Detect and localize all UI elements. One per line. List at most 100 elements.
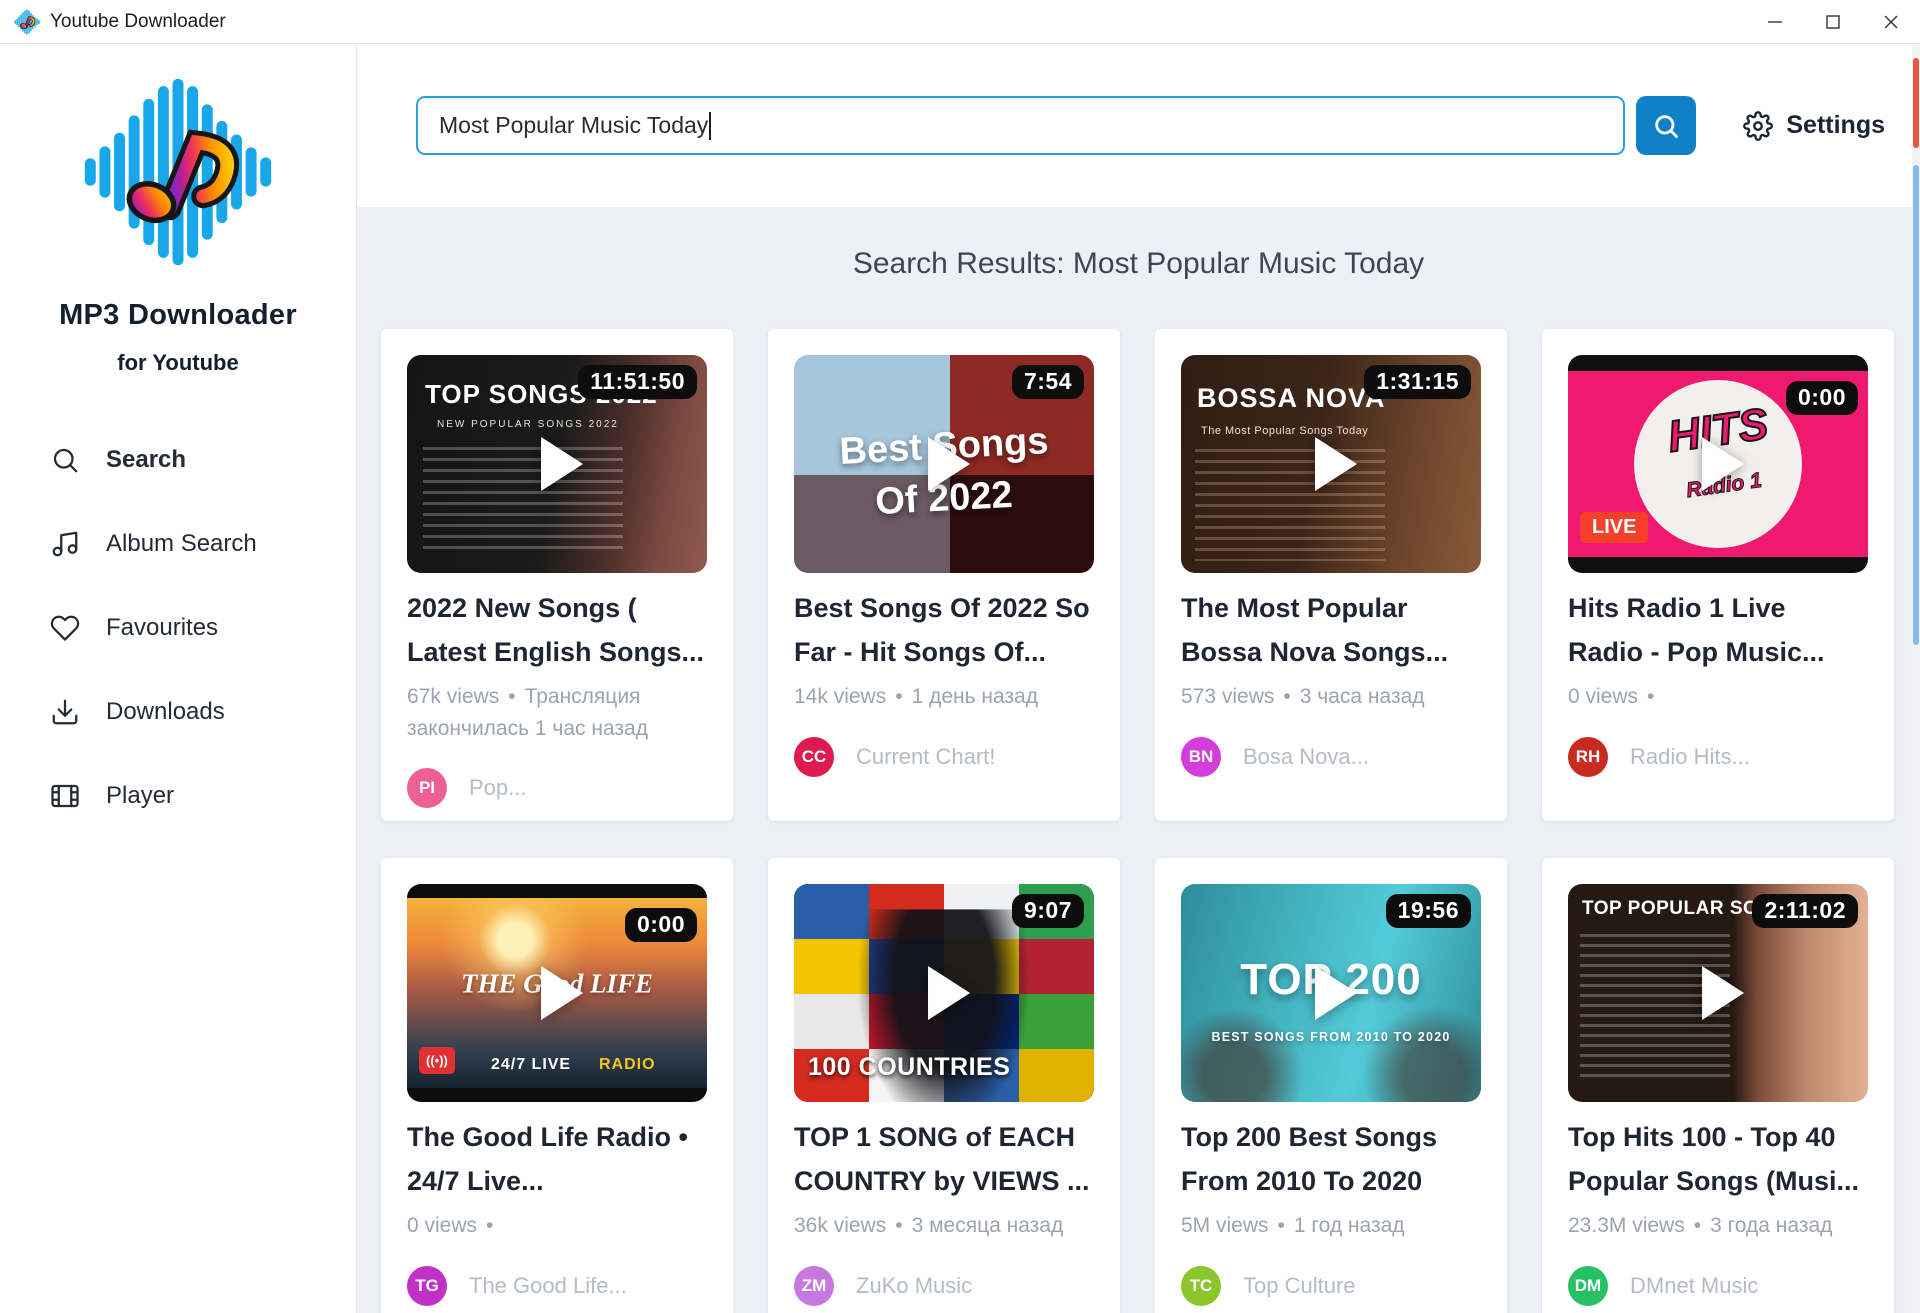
video-card[interactable]: TOP 200 BEST SONGS FROM 2010 TO 2020 19:… — [1155, 858, 1507, 1313]
upload-age: 3 часа назад — [1299, 685, 1425, 709]
play-icon[interactable] — [541, 437, 584, 491]
play-icon[interactable] — [1315, 437, 1358, 491]
channel-name: Top Culture — [1243, 1272, 1356, 1298]
video-thumbnail[interactable]: TOP SONGS 2022 NEW POPULAR SONGS 2022 11… — [407, 355, 707, 573]
video-card[interactable]: THE Good LIFE 24/7 LIVE RADIO 0:00 ((•))… — [381, 858, 733, 1313]
video-meta: 67k views • Трансляция закончилась 1 час н… — [407, 681, 707, 744]
video-title[interactable]: TOP 1 SONG of EACH COUNTRY by VIEWS ... — [794, 1116, 1094, 1203]
text-caret — [709, 111, 712, 140]
minimize-button[interactable] — [1746, 0, 1804, 43]
thumbnail-text-secondary: The Most Popular Songs Today — [1201, 425, 1369, 437]
channel-row: CC Current Chart! — [794, 736, 1094, 777]
search-input[interactable]: Most Popular Music Today — [416, 96, 1625, 155]
video-title[interactable]: The Good Life Radio • 24/7 Live... — [407, 1116, 707, 1203]
maximize-icon — [1826, 14, 1840, 29]
sidebar-item-player[interactable]: Player — [50, 774, 174, 818]
scrollbar[interactable] — [1912, 44, 1920, 1313]
heart-icon — [50, 613, 80, 643]
video-meta: 36k views • 3 месяца назад — [794, 1210, 1094, 1242]
maximize-button[interactable] — [1804, 0, 1862, 43]
duration-badge: 0:00 — [624, 908, 697, 942]
settings-label: Settings — [1786, 111, 1885, 139]
video-title[interactable]: The Most Popular Bossa Nova Songs... — [1181, 587, 1481, 674]
meta-separator: • — [1693, 1214, 1702, 1238]
play-icon[interactable] — [1702, 966, 1745, 1020]
meta-separator: • — [1277, 1214, 1285, 1238]
channel-name: DMnet Music — [1630, 1272, 1759, 1298]
video-card[interactable]: HITS Radio 1 0:00 LIVE Hits Radio 1 Live… — [1542, 329, 1894, 821]
play-icon[interactable] — [1315, 966, 1358, 1020]
channel-name: The Good Life... — [469, 1272, 627, 1298]
thumbnail-text-secondary: NEW POPULAR SONGS 2022 — [437, 419, 619, 430]
channel-avatar: ZM — [794, 1265, 834, 1306]
view-count: 36k views — [794, 1214, 887, 1238]
channel-row: RH Radio Hits... — [1568, 736, 1868, 777]
video-title[interactable]: 2022 New Songs ( Latest English Songs... — [407, 587, 707, 674]
video-meta: 14k views • 1 день назад — [794, 681, 1094, 713]
video-thumbnail[interactable]: Best Songs Of 2022 7:54 — [794, 355, 1094, 573]
video-thumbnail[interactable]: HITS Radio 1 0:00 LIVE — [1568, 355, 1868, 573]
upload-age: 3 месяца назад — [911, 1214, 1064, 1238]
settings-button[interactable]: Settings — [1743, 111, 1885, 141]
thumbnail-text-primary: 100 COUNTRIES — [808, 1053, 1011, 1081]
video-title[interactable]: Hits Radio 1 Live Radio - Pop Music... — [1568, 587, 1868, 674]
app-name: MP3 Downloader — [59, 299, 297, 331]
view-count: 573 views — [1181, 685, 1275, 709]
video-card[interactable]: TOP POPULAR SONGS 2:11:02 Top Hits 100 -… — [1542, 858, 1894, 1313]
scrollbar-thumb-top[interactable] — [1913, 58, 1919, 148]
video-card[interactable]: TOP SONGS 2022 NEW POPULAR SONGS 2022 11… — [381, 329, 733, 821]
film-icon — [50, 781, 80, 811]
sidebar: MP3 Downloader for Youtube Search Album … — [0, 44, 357, 1313]
sidebar-item-downloads[interactable]: Downloads — [50, 690, 225, 734]
view-count: 0 views — [1568, 685, 1639, 709]
duration-badge: 0:00 — [1785, 381, 1858, 415]
video-card[interactable]: 100 COUNTRIES 9:07 TOP 1 SONG of EACH CO… — [768, 858, 1120, 1313]
channel-name: Pop... — [469, 775, 527, 801]
sidebar-item-search[interactable]: Search — [50, 438, 186, 482]
video-title[interactable]: Best Songs Of 2022 So Far - Hit Songs Of… — [794, 587, 1094, 674]
play-icon[interactable] — [1702, 437, 1745, 491]
channel-avatar: CC — [794, 736, 834, 777]
upload-age: 1 день назад — [911, 685, 1038, 709]
meta-separator: • — [486, 1214, 494, 1238]
play-icon[interactable] — [541, 966, 584, 1020]
video-thumbnail[interactable]: TOP POPULAR SONGS 2:11:02 — [1568, 884, 1868, 1102]
view-count: 5M views — [1181, 1214, 1269, 1238]
view-count: 0 views — [407, 1214, 478, 1238]
video-card[interactable]: Best Songs Of 2022 7:54 Best Songs Of 20… — [768, 329, 1120, 821]
window-title: Youtube Downloader — [50, 10, 226, 32]
video-thumbnail[interactable]: BOSSA NOVA The Most Popular Songs Today … — [1181, 355, 1481, 573]
topbar: Most Popular Music Today Settings — [357, 44, 1920, 207]
play-icon[interactable] — [928, 966, 971, 1020]
video-thumbnail[interactable]: THE Good LIFE 24/7 LIVE RADIO 0:00 ((•)) — [407, 884, 707, 1102]
search-button[interactable] — [1636, 96, 1696, 155]
duration-badge: 9:07 — [1011, 894, 1084, 928]
channel-avatar: DM — [1568, 1265, 1608, 1306]
sidebar-item-favourites[interactable]: Favourites — [50, 606, 218, 650]
video-thumbnail[interactable]: TOP 200 BEST SONGS FROM 2010 TO 2020 19:… — [1181, 884, 1481, 1102]
duration-badge: 1:31:15 — [1364, 365, 1471, 399]
scrollbar-thumb[interactable] — [1913, 165, 1919, 645]
close-button[interactable] — [1862, 0, 1920, 43]
video-thumbnail[interactable]: 100 COUNTRIES 9:07 — [794, 884, 1094, 1102]
channel-row: PI Pop... — [407, 768, 707, 809]
video-title[interactable]: Top Hits 100 - Top 40 Popular Songs (Mus… — [1568, 1116, 1868, 1203]
gear-icon — [1743, 111, 1773, 141]
channel-name: Bosa Nova... — [1243, 743, 1369, 769]
video-meta: 0 views • — [407, 1210, 707, 1242]
sidebar-item-album-search[interactable]: Album Search — [50, 522, 257, 566]
channel-row: TC Top Culture — [1181, 1265, 1481, 1306]
channel-avatar: TC — [1181, 1265, 1221, 1306]
minimize-icon — [1768, 20, 1782, 23]
channel-row: TG The Good Life... — [407, 1265, 707, 1306]
video-card[interactable]: BOSSA NOVA The Most Popular Songs Today … — [1155, 329, 1507, 821]
channel-row: BN Bosa Nova... — [1181, 736, 1481, 777]
thumbnail-text-secondary: 24/7 LIVE — [490, 1056, 572, 1073]
play-icon[interactable] — [928, 437, 971, 491]
music-icon — [50, 529, 80, 559]
meta-separator: • — [895, 685, 903, 709]
video-meta: 573 views • 3 часа назад — [1181, 681, 1481, 713]
app-icon — [14, 9, 40, 35]
video-title[interactable]: Top 200 Best Songs From 2010 To 2020 — [1181, 1116, 1481, 1203]
upload-age: 1 год назад — [1293, 1214, 1405, 1238]
